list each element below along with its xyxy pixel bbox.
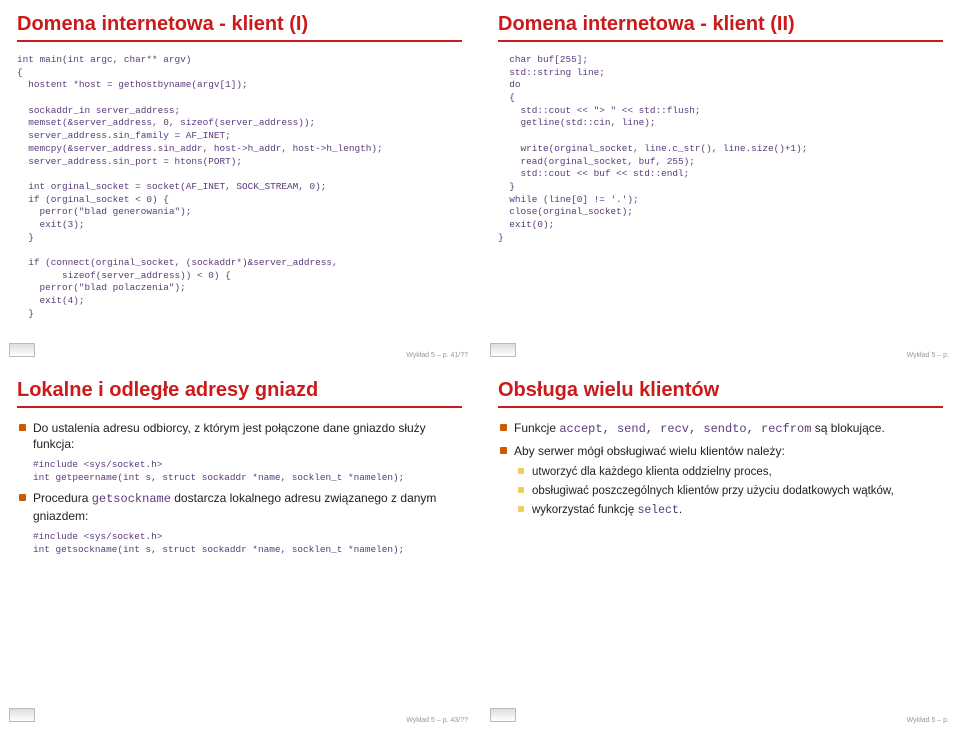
slide-body: Do ustalenia adresu odbiorcy, z którym j… bbox=[17, 420, 462, 557]
bullet-text: Procedura bbox=[33, 491, 92, 505]
slide-4: Obsługa wielu klientów Funkcje accept, s… bbox=[481, 366, 960, 729]
bullet-item: Do ustalenia adresu odbiorcy, z którym j… bbox=[17, 420, 462, 454]
logo-icon bbox=[490, 343, 516, 357]
logo-icon bbox=[490, 708, 516, 722]
code-block: int main(int argc, char** argv) { hosten… bbox=[17, 54, 462, 320]
inline-code: accept, send, recv, sendto, recfrom bbox=[559, 422, 811, 436]
bullet-item: Procedura getsockname dostarcza lokalneg… bbox=[17, 490, 462, 525]
inline-code: getsockname bbox=[92, 492, 171, 506]
code-block: char buf[255]; std::string line; do { st… bbox=[498, 54, 943, 244]
slide-body: Funkcje accept, send, recv, sendto, recf… bbox=[498, 420, 943, 520]
page-footer: Wykład 5 – p. bbox=[907, 717, 949, 724]
inline-code: select bbox=[637, 504, 678, 517]
sub-bullet-item: wykorzystać funkcję select. bbox=[514, 502, 943, 519]
slide-1: Domena internetowa - klient (I) int main… bbox=[0, 0, 479, 364]
sub-bullet-item: utworzyć dla każdego klienta oddzielny p… bbox=[514, 464, 943, 480]
bullet-text: są blokujące. bbox=[811, 421, 884, 435]
page-footer: Wykład 5 – p. 43/?? bbox=[406, 717, 468, 724]
page-footer: Wykład 5 – p. 41/?? bbox=[406, 352, 468, 359]
slide-2: Domena internetowa - klient (II) char bu… bbox=[481, 0, 960, 364]
slide-title: Lokalne i odległe adresy gniazd bbox=[17, 379, 462, 408]
code-block: #include <sys/socket.h> int getpeername(… bbox=[33, 459, 462, 484]
bullet-item: Funkcje accept, send, recv, sendto, recf… bbox=[498, 420, 943, 438]
logo-icon bbox=[9, 708, 35, 722]
slide-3: Lokalne i odległe adresy gniazd Do ustal… bbox=[0, 366, 479, 729]
bullet-text: . bbox=[679, 504, 682, 516]
logo-icon bbox=[9, 343, 35, 357]
bullet-text: Do ustalenia adresu odbiorcy, z którym j… bbox=[33, 421, 426, 452]
code-block: #include <sys/socket.h> int getsockname(… bbox=[33, 531, 462, 556]
bullet-item: Aby serwer mógł obsługiwać wielu klientó… bbox=[498, 443, 943, 519]
slide-title: Obsługa wielu klientów bbox=[498, 379, 943, 408]
slide-title: Domena internetowa - klient (I) bbox=[17, 13, 462, 42]
bullet-text: wykorzystać funkcję bbox=[532, 504, 637, 516]
slide-title: Domena internetowa - klient (II) bbox=[498, 13, 943, 42]
bullet-text: Aby serwer mógł obsługiwać wielu klientó… bbox=[514, 444, 785, 458]
bullet-text: Funkcje bbox=[514, 421, 559, 435]
page-footer: Wykład 5 – p. bbox=[907, 352, 949, 359]
sub-bullet-item: obsługiwać poszczególnych klientów przy … bbox=[514, 483, 943, 499]
